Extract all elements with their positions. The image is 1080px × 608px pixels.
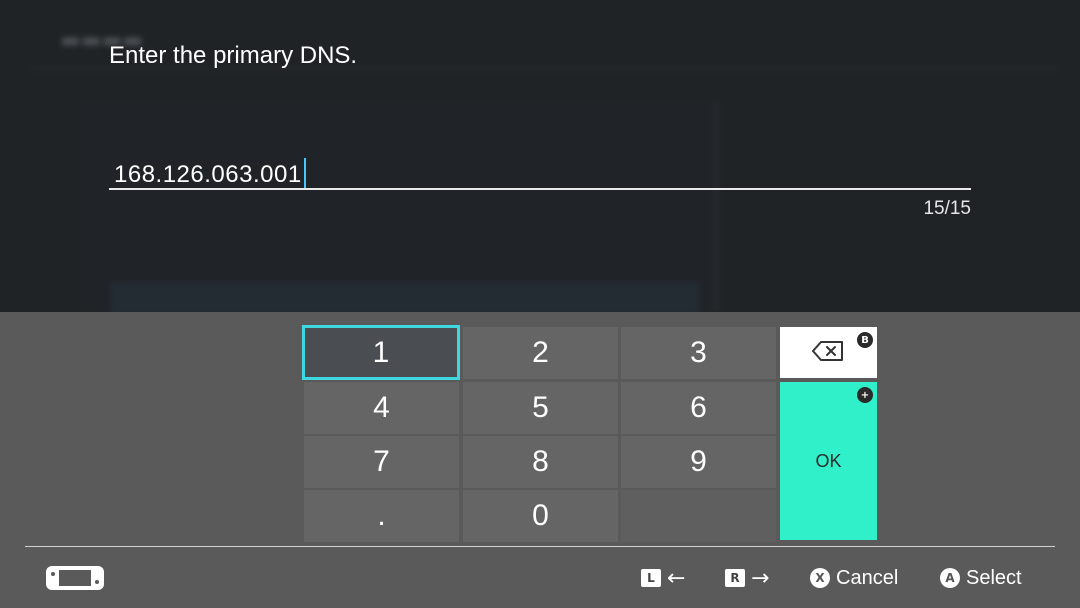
l-button-icon: L	[641, 569, 661, 587]
select-hint[interactable]: A Select	[940, 564, 1022, 592]
backspace-icon	[812, 341, 843, 361]
hint-move-left[interactable]: L ←	[641, 564, 685, 592]
key-5[interactable]: 5	[463, 382, 618, 434]
character-counter: 15/15	[923, 198, 971, 219]
a-button-icon: A	[940, 568, 960, 588]
dns-input-text: 168.126.063.001	[114, 161, 302, 188]
dialog-prompt: Enter the primary DNS.	[109, 42, 358, 69]
cancel-label: Cancel	[836, 566, 899, 589]
key-2[interactable]: 2	[463, 327, 618, 379]
key-9[interactable]: 9	[621, 436, 776, 488]
key-0[interactable]: 0	[463, 490, 618, 542]
background-row	[90, 232, 690, 272]
background-scrollbar	[712, 100, 720, 312]
plus-button-badge: +	[857, 387, 873, 403]
key-period[interactable]: .	[304, 490, 459, 542]
ok-button[interactable]: OK +	[780, 382, 877, 540]
left-arrow-icon: ←	[667, 565, 686, 591]
key-7[interactable]: 7	[304, 436, 459, 488]
b-button-badge: B	[857, 332, 873, 348]
key-3[interactable]: 3	[621, 327, 776, 379]
background-row	[90, 112, 690, 152]
dns-input-field[interactable]: 168.126.063.001	[109, 150, 971, 190]
text-caret	[303, 158, 306, 188]
key-6[interactable]: 6	[621, 382, 776, 434]
background-row	[110, 282, 700, 312]
dns-input-value: 168.126.063.001	[114, 158, 306, 189]
key-8[interactable]: 8	[463, 436, 618, 488]
cancel-hint[interactable]: X Cancel	[810, 564, 898, 592]
dns-entry-screen: ▬▬▬▬ Enter the primary DNS. 168.126.063.…	[0, 0, 1080, 608]
x-button-icon: X	[810, 568, 830, 588]
hint-move-right[interactable]: R →	[725, 564, 769, 592]
key-1[interactable]: 1	[302, 325, 460, 380]
right-arrow-icon: →	[751, 565, 770, 591]
handheld-console-icon	[46, 566, 104, 590]
footer-divider	[25, 546, 1055, 547]
key-4[interactable]: 4	[304, 382, 459, 434]
r-button-icon: R	[725, 569, 745, 587]
ok-button-label: OK	[815, 450, 842, 471]
key-empty-slot	[621, 490, 776, 542]
select-label: Select	[966, 566, 1022, 589]
backspace-key[interactable]: B	[780, 327, 877, 378]
